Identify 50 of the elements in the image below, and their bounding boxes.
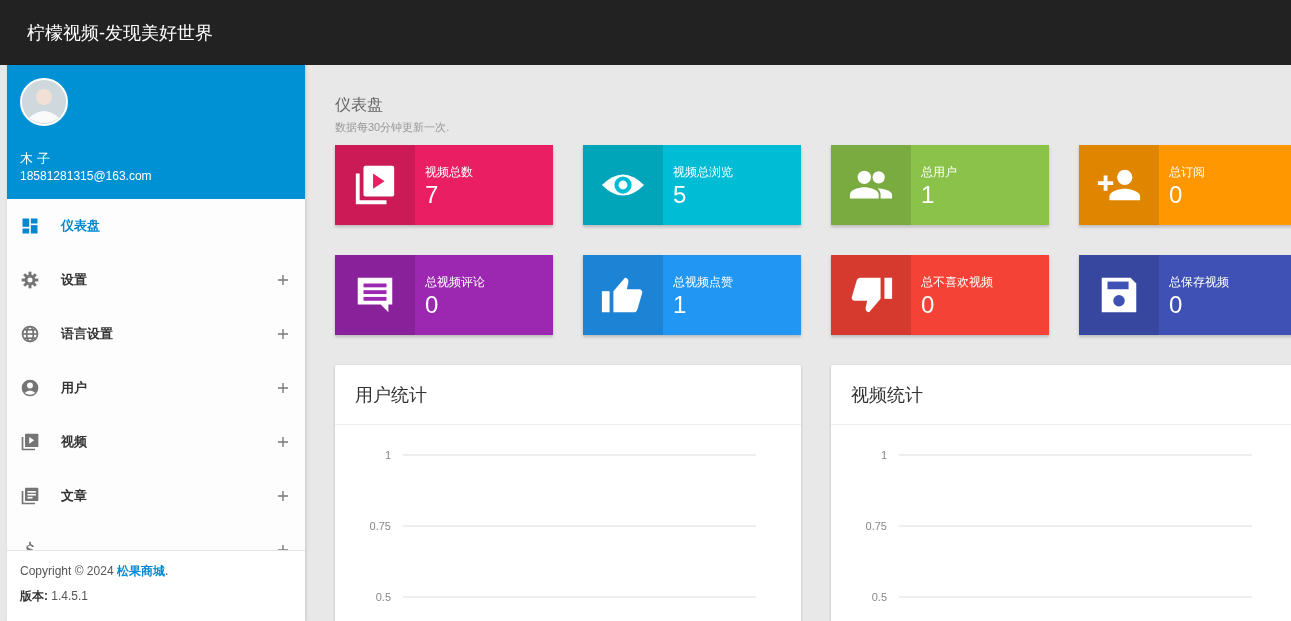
menu-label: 文章 <box>61 487 87 505</box>
dashboard-icon <box>20 216 40 236</box>
menu-label: 用户 <box>61 379 87 397</box>
stat-value: 0 <box>425 291 440 319</box>
stat-label: 视频总浏览 <box>673 164 733 181</box>
axis-tick-label: 0.5 <box>871 591 887 603</box>
company-link[interactable]: 松果商城 <box>116 564 165 578</box>
page-title: 仪表盘 <box>335 95 384 115</box>
menu-item[interactable]: 语言设置 <box>7 307 305 361</box>
stat-label: 视频总数 <box>425 164 473 181</box>
document-icon <box>20 486 40 506</box>
axis-tick-label: 0.75 <box>865 520 887 532</box>
axis-tick-label: 1 <box>384 449 391 461</box>
stat-label: 总订阅 <box>1169 164 1205 181</box>
panel-title: 视频统计 <box>851 383 923 407</box>
stat-label: 总视频点赞 <box>673 274 733 291</box>
axis-tick-label: 0.75 <box>369 520 391 532</box>
menu-label: 语言设置 <box>61 325 113 343</box>
version-text: 版本: 1.4.5.1 <box>20 588 90 605</box>
user-name: 木 子 <box>20 150 51 168</box>
stat-value: 0 <box>1169 291 1184 319</box>
stat-value: 0 <box>1169 181 1184 209</box>
settings-icon <box>20 270 40 290</box>
axis-tick-label: 1 <box>880 449 887 461</box>
menu-item[interactable]: 文章 <box>7 469 305 523</box>
stat-label: 总不喜欢视频 <box>921 274 993 291</box>
video-library-icon <box>20 432 40 452</box>
stat-label: 总保存视频 <box>1169 274 1229 291</box>
avatar <box>20 78 68 126</box>
stat-value: 5 <box>673 181 688 209</box>
menu-label: 设置 <box>61 271 87 289</box>
menu-item[interactable]: 视频 <box>7 415 305 469</box>
menu-label: 视频 <box>61 433 87 451</box>
stat-value: 0 <box>921 291 936 319</box>
stat-value: 7 <box>425 181 440 209</box>
user-email: 18581281315@163.com <box>20 169 153 183</box>
menu-item[interactable]: 仪表盘 <box>7 199 305 253</box>
globe-icon <box>20 324 40 344</box>
stat-value: 1 <box>921 181 936 209</box>
menu-item[interactable]: 用户 <box>7 361 305 415</box>
menu-item[interactable]: 设置 <box>7 253 305 307</box>
person-icon <box>20 378 40 398</box>
menu-label: 仪表盘 <box>61 217 100 235</box>
panel-title: 用户统计 <box>355 383 427 407</box>
stat-value: 1 <box>673 291 688 319</box>
stat-label: 总用户 <box>921 164 957 181</box>
axis-tick-label: 0.5 <box>375 591 391 603</box>
copyright-text: Copyright © 2024 松果商城. <box>20 563 170 580</box>
stat-label: 总视频评论 <box>425 274 485 291</box>
app-title: 柠檬视频-发现美好世界 <box>27 21 213 45</box>
